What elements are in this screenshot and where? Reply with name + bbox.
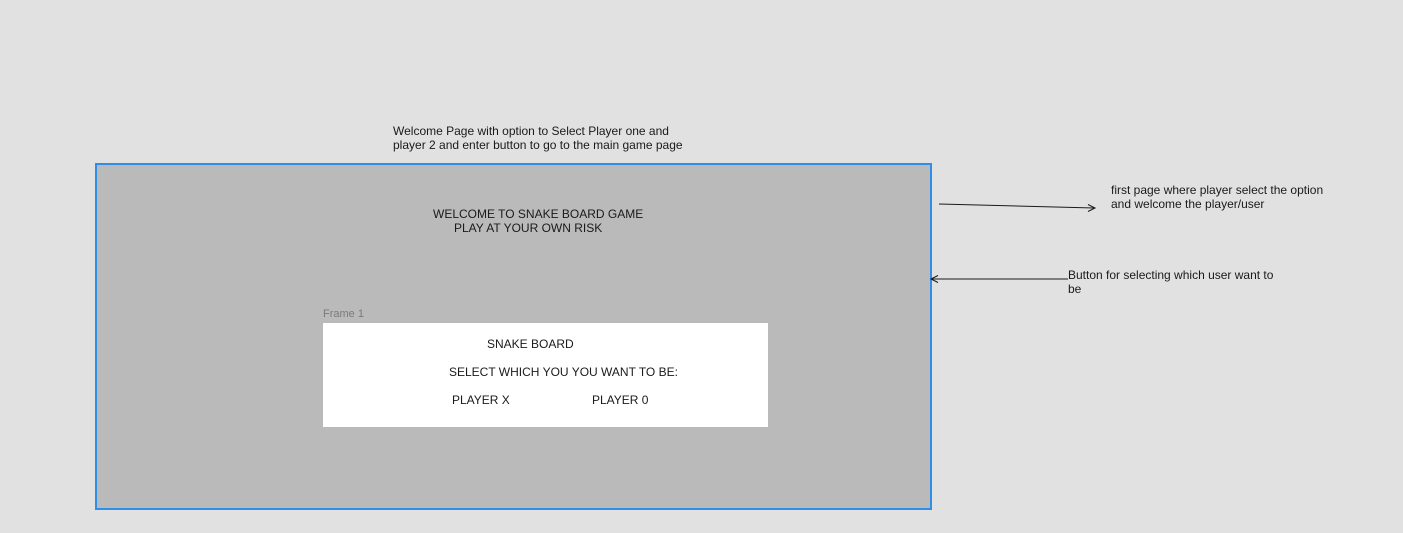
arrow-to-artboard [929,275,1068,283]
welcome-heading: WELCOME TO SNAKE BOARD GAME PLAY AT YOUR… [433,207,693,235]
player-select-frame[interactable]: SNAKE BOARD SELECT WHICH YOU YOU WANT TO… [323,323,768,427]
welcome-title: WELCOME TO SNAKE BOARD GAME [433,207,644,221]
player-x-button[interactable]: PLAYER X [452,393,510,407]
annotation-player-buttons: Button for selecting which user want to … [1068,268,1274,296]
select-prompt: SELECT WHICH YOU YOU WANT TO BE: [449,365,678,379]
arrow-to-first-page-note [938,203,1097,212]
player-0-button[interactable]: PLAYER 0 [592,393,648,407]
frame-label[interactable]: Frame 1 [323,308,364,320]
welcome-subtitle: PLAY AT YOUR OWN RISK [454,221,603,235]
annotation-first-page: first page where player select the optio… [1111,183,1324,211]
frame-title: SNAKE BOARD [487,337,574,351]
annotation-welcome-page: Welcome Page with option to Select Playe… [393,124,683,152]
